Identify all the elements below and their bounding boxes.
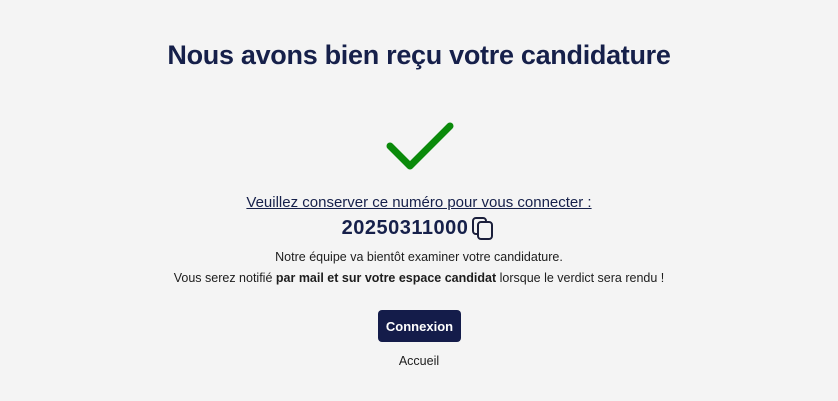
notification-text-start: Vous serez notifié (173, 271, 276, 285)
copy-icon[interactable] (470, 215, 496, 241)
reference-instruction: Veuillez conserver ce numéro pour vous c… (246, 194, 592, 211)
notification-message: Vous serez notifié par mail et sur votre… (0, 271, 838, 285)
home-link-container: Accueil (0, 354, 838, 368)
checkmark-icon (386, 122, 454, 170)
page-title: Nous avons bien reçu votre candidature (167, 40, 671, 70)
reference-number: 20250311000 (341, 216, 469, 239)
review-message: Notre équipe va bientôt examiner votre c… (275, 250, 563, 264)
notification-text-end: lorsque le verdict sera rendu ! (496, 271, 665, 285)
home-link[interactable]: Accueil (399, 354, 439, 368)
notification-text-bold: par mail et sur votre espace candidat (275, 271, 497, 285)
login-button[interactable]: Connexion (378, 310, 461, 342)
reference-row: 20250311000 (0, 215, 838, 241)
confirmation-page: Nous avons bien reçu votre candidature V… (0, 0, 838, 401)
